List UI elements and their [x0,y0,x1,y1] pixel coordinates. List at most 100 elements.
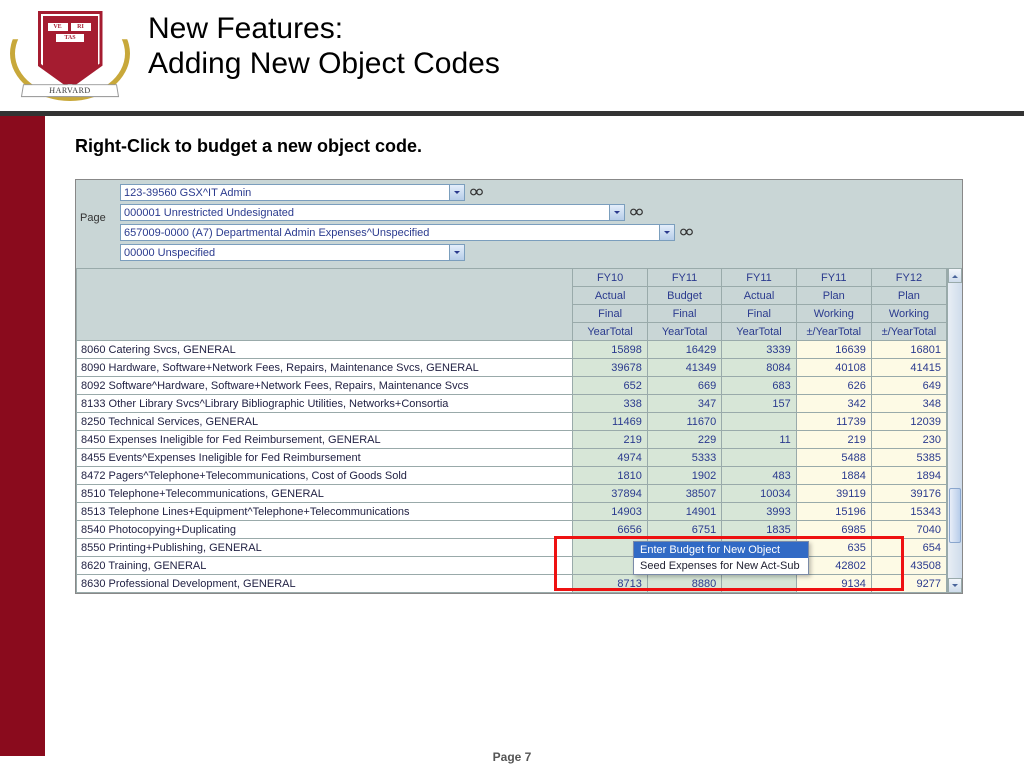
scroll-thumb[interactable] [949,488,961,543]
row-description[interactable]: 8620 Training, GENERAL [77,557,573,575]
cell-value[interactable]: 10034 [722,485,796,503]
dropdown-org[interactable]: 123-39560 GSX^IT Admin [120,184,465,201]
search-icon[interactable] [679,225,694,240]
cell-value[interactable]: 37894 [573,485,647,503]
cell-value[interactable]: 40108 [796,359,871,377]
cell-value[interactable]: 1902 [647,467,721,485]
cell-value[interactable] [722,413,796,431]
table-row[interactable]: 8455 Events^Expenses Ineligible for Fed … [77,449,947,467]
scroll-down-icon[interactable] [948,578,962,593]
cell-value[interactable]: 157 [722,395,796,413]
slide-title-line1: New Features: [148,12,500,47]
dropdown-sub[interactable]: 00000 Unspecified [120,244,465,261]
cell-value[interactable]: 39119 [796,485,871,503]
cell-value[interactable]: 338 [573,395,647,413]
cell-value[interactable]: 11739 [796,413,871,431]
row-description[interactable]: 8090 Hardware, Software+Network Fees, Re… [77,359,573,377]
cell-value[interactable]: 1894 [871,467,946,485]
cell-value[interactable]: 652 [573,377,647,395]
row-description[interactable]: 8550 Printing+Publishing, GENERAL [77,539,573,557]
row-description[interactable]: 8450 Expenses Ineligible for Fed Reimbur… [77,431,573,449]
table-row[interactable]: 8092 Software^Hardware, Software+Network… [77,377,947,395]
row-description[interactable]: 8630 Professional Development, GENERAL [77,575,573,593]
cell-value[interactable]: 16801 [871,341,946,359]
cell-value[interactable]: 15898 [573,341,647,359]
cell-value[interactable]: 11 [722,431,796,449]
cell-value[interactable]: 5333 [647,449,721,467]
cell-value[interactable]: 230 [871,431,946,449]
cell-value[interactable]: 1810 [573,467,647,485]
table-row[interactable]: 8450 Expenses Ineligible for Fed Reimbur… [77,431,947,449]
cell-value[interactable]: 41349 [647,359,721,377]
cell-value[interactable]: 626 [796,377,871,395]
cell-value[interactable]: 483 [722,467,796,485]
harvard-crest: VE RI TAS HARVARD [10,6,130,101]
cell-value[interactable]: 348 [871,395,946,413]
chevron-down-icon [659,225,674,240]
cell-value[interactable]: 11670 [647,413,721,431]
row-description[interactable]: 8250 Technical Services, GENERAL [77,413,573,431]
row-description[interactable]: 8513 Telephone Lines+Equipment^Telephone… [77,503,573,521]
cell-value[interactable]: 15196 [796,503,871,521]
left-sidebar [0,116,45,756]
cell-value[interactable]: 16639 [796,341,871,359]
cell-value[interactable]: 669 [647,377,721,395]
dropdown-activity[interactable]: 657009-0000 (A7) Departmental Admin Expe… [120,224,675,241]
row-description[interactable]: 8510 Telephone+Telecommunications, GENER… [77,485,573,503]
cell-value[interactable]: 41415 [871,359,946,377]
menu-item-new-object[interactable]: Enter Budget for New Object [634,542,808,558]
search-icon[interactable] [629,205,644,220]
table-row[interactable]: 8513 Telephone Lines+Equipment^Telephone… [77,503,947,521]
cell-value[interactable]: 5385 [871,449,946,467]
search-icon[interactable] [469,185,484,200]
chevron-down-icon [449,245,464,260]
cell-value[interactable]: 1884 [796,467,871,485]
row-description[interactable]: 8472 Pagers^Telephone+Telecommunications… [77,467,573,485]
cell-value[interactable]: 219 [796,431,871,449]
cell-value[interactable]: 649 [871,377,946,395]
cell-value[interactable]: 3993 [722,503,796,521]
table-row[interactable]: 8133 Other Library Svcs^Library Bibliogr… [77,395,947,413]
slide-header: VE RI TAS HARVARD New Features: Adding N… [0,0,1024,109]
cell-value[interactable]: 14903 [573,503,647,521]
cell-value[interactable]: 39176 [871,485,946,503]
page-number: Page 7 [0,750,1024,764]
table-row[interactable]: 8060 Catering Svcs, GENERAL1589816429333… [77,341,947,359]
scroll-up-icon[interactable] [948,268,962,283]
cell-value[interactable]: 14901 [647,503,721,521]
row-description[interactable]: 8455 Events^Expenses Ineligible for Fed … [77,449,573,467]
chevron-down-icon [449,185,464,200]
context-menu[interactable]: Enter Budget for New Object Seed Expense… [633,541,809,575]
dropdown-fund[interactable]: 000001 Unrestricted Undesignated [120,204,625,221]
cell-value[interactable]: 12039 [871,413,946,431]
cell-value[interactable]: 342 [796,395,871,413]
row-description[interactable]: 8092 Software^Hardware, Software+Network… [77,377,573,395]
page-label: Page [80,212,106,224]
cell-value[interactable]: 38507 [647,485,721,503]
filter-panel: Page 123-39560 GSX^IT Admin 000001 Unres… [76,180,962,268]
cell-value[interactable]: 4974 [573,449,647,467]
table-row[interactable]: 8510 Telephone+Telecommunications, GENER… [77,485,947,503]
table-row[interactable]: 8472 Pagers^Telephone+Telecommunications… [77,467,947,485]
cell-value[interactable]: 229 [647,431,721,449]
instruction-text: Right-Click to budget a new object code. [75,136,996,157]
table-row[interactable]: 8090 Hardware, Software+Network Fees, Re… [77,359,947,377]
menu-item-seed-expenses[interactable]: Seed Expenses for New Act-Sub [634,558,808,574]
cell-value[interactable]: 219 [573,431,647,449]
row-description[interactable]: 8133 Other Library Svcs^Library Bibliogr… [77,395,573,413]
cell-value[interactable]: 15343 [871,503,946,521]
vertical-scrollbar[interactable] [947,268,962,593]
cell-value[interactable]: 3339 [722,341,796,359]
cell-value[interactable]: 347 [647,395,721,413]
row-description[interactable]: 8060 Catering Svcs, GENERAL [77,341,573,359]
slide-title-line2: Adding New Object Codes [148,47,500,82]
cell-value[interactable]: 683 [722,377,796,395]
table-row[interactable]: 8250 Technical Services, GENERAL11469116… [77,413,947,431]
cell-value[interactable]: 39678 [573,359,647,377]
cell-value[interactable]: 8084 [722,359,796,377]
cell-value[interactable]: 5488 [796,449,871,467]
row-description[interactable]: 8540 Photocopying+Duplicating [77,521,573,539]
cell-value[interactable]: 11469 [573,413,647,431]
cell-value[interactable] [722,449,796,467]
cell-value[interactable]: 16429 [647,341,721,359]
